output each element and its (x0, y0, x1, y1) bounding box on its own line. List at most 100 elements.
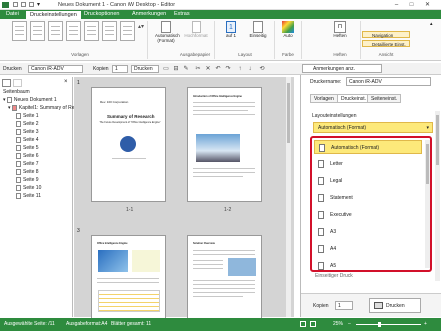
template-thumb-3[interactable] (48, 21, 63, 41)
tree-page-item[interactable]: Seite 7 (16, 160, 39, 168)
preview-page-1[interactable]: Rev. 100 Corporation Summary of Research… (91, 87, 166, 202)
panel-close-icon[interactable]: × (64, 79, 68, 85)
cut-icon[interactable]: ✂ (194, 65, 202, 73)
save-quick-icon[interactable] (13, 2, 18, 7)
preview-page-2[interactable]: Introduction of Office Intelligence Engi… (187, 87, 262, 202)
move-down-icon[interactable]: ↓ (246, 65, 254, 73)
fit-width-icon[interactable] (310, 321, 316, 327)
print-button[interactable]: Drucken (131, 65, 159, 73)
format-option[interactable]: A5 (314, 259, 422, 270)
paper-size-icon (318, 245, 324, 253)
template-thumb-1[interactable] (12, 21, 27, 41)
template-thumb-6[interactable] (102, 21, 117, 41)
tree-page-item[interactable]: Seite 5 (16, 144, 39, 152)
page-setup-icon[interactable]: ▭ (162, 65, 170, 73)
close-button[interactable]: ✕ (421, 0, 434, 10)
copies-input[interactable]: 1 (112, 65, 128, 73)
undo-icon[interactable]: ↶ (214, 65, 222, 73)
preview-icon[interactable]: ⊟ (172, 65, 180, 73)
tab-datei[interactable]: Datei (2, 10, 23, 19)
tab-seiteneinst[interactable]: Seiteneinst. (367, 94, 402, 103)
nup-button[interactable]: 1 auf 1 (220, 21, 242, 51)
tree-view-tab[interactable] (2, 79, 11, 87)
detail-settings-button[interactable]: Detaillierte Einst. (362, 40, 410, 47)
tab-druckoptionen[interactable]: Druckoptionen (80, 10, 123, 19)
tree-chapter[interactable]: ▾ Kapitel1: Summary of Re (8, 104, 75, 112)
template-thumb-5[interactable] (84, 21, 99, 41)
orientation-button[interactable]: Hochformat (182, 21, 210, 51)
zoom-slider[interactable] (356, 324, 421, 325)
tab-druckeinst[interactable]: Druckeinst. (337, 94, 371, 103)
format-option[interactable]: Executive (314, 208, 422, 222)
tree-page-item[interactable]: Seite 3 (16, 128, 39, 136)
tree-page-item[interactable]: Seite 4 (16, 136, 39, 144)
tree-page-item[interactable]: Seite 10 (16, 184, 41, 192)
color-mode-button[interactable]: Auto (278, 21, 298, 51)
output-format-button[interactable]: Automatisch (Format) (155, 21, 180, 51)
group-label-layout: Layout (238, 52, 252, 57)
zoom-in-button[interactable]: + (424, 318, 427, 331)
tree-page-item[interactable]: Seite 9 (16, 176, 39, 184)
preview-area[interactable]: 1 Rev. 100 Corporation Summary of Resear… (74, 77, 294, 320)
delete-icon[interactable]: ✕ (204, 65, 212, 73)
tab-extras[interactable]: Extras (170, 10, 194, 19)
preview-scrollbar[interactable] (286, 77, 291, 317)
staple-button[interactable]: ⊓ Heften (330, 21, 350, 51)
format-option[interactable]: A3 (314, 225, 422, 239)
scroll-thumb[interactable] (287, 83, 290, 143)
duplex-button[interactable]: Einseitig (246, 21, 270, 51)
tree-root[interactable]: ▾ Neues Dokument 1 (3, 96, 57, 104)
printer-name-select[interactable]: Canon iR-ADV (346, 77, 431, 86)
format-option[interactable]: Letter (314, 157, 422, 171)
tab-anmerkungen[interactable]: Anmerkungen (128, 10, 170, 19)
tab-druckeinstellungen[interactable]: Druckeinstellungen (25, 10, 82, 19)
tree-page-item[interactable]: Seite 11 (16, 192, 41, 200)
tree-page-item[interactable]: Seite 6 (16, 152, 39, 160)
ribbon-tabs: Datei Druckeinstellungen Druckoptionen A… (0, 10, 441, 19)
tree-page-item[interactable]: Seite 2 (16, 120, 39, 128)
format-select[interactable]: Automatisch (Format) ▾ (313, 122, 433, 133)
print-quick-icon[interactable] (21, 2, 26, 7)
move-up-icon[interactable]: ↑ (236, 65, 244, 73)
scroll-thumb[interactable] (436, 115, 439, 165)
copies-label: Kopien (93, 66, 109, 72)
qa-dropdown-icon[interactable]: ▾ (37, 1, 40, 8)
footer-copies-input[interactable]: 1 (335, 301, 353, 310)
preview-page-3[interactable]: Office Intelligence Engine (91, 235, 166, 320)
redo-icon[interactable]: ↷ (224, 65, 232, 73)
format-option[interactable]: Legal (314, 174, 422, 188)
format-option[interactable]: A4 (314, 242, 422, 256)
templates-scroll-icon[interactable]: ▴▾ (138, 23, 144, 30)
zoom-slider-thumb[interactable] (378, 322, 381, 327)
dropdown-scroll-thumb[interactable] (426, 144, 429, 184)
template-thumb-7[interactable] (120, 21, 135, 41)
page-icon (16, 192, 21, 199)
tab-vorlagen[interactable]: Vorlagen (310, 94, 338, 103)
fit-page-icon[interactable] (300, 321, 306, 327)
minimize-button[interactable]: – (390, 0, 403, 10)
page-icon (16, 168, 21, 175)
settings-scrollbar[interactable] (435, 111, 440, 281)
undo-quick-icon[interactable] (29, 2, 34, 7)
footer-print-button[interactable]: Drucken (369, 298, 421, 313)
tree-page-item[interactable]: Seite 1 (16, 112, 39, 120)
duplex-icon (253, 21, 263, 33)
tree-page-item[interactable]: Seite 8 (16, 168, 39, 176)
printer-select[interactable]: Canon iR-ADV (28, 65, 83, 73)
dropdown-scrollbar[interactable] (425, 140, 430, 268)
rotate-icon[interactable]: ⟲ (258, 65, 266, 73)
format-option[interactable]: Statement (314, 191, 422, 205)
printer-name-label: Druckername: (310, 79, 342, 85)
zoom-out-button[interactable]: – (348, 318, 351, 331)
navigation-button[interactable]: Navigation (362, 31, 410, 38)
preview-page-4[interactable]: Solution Overview (187, 235, 262, 320)
ribbon-collapse-icon[interactable]: ▴ (430, 21, 433, 27)
format-dropdown-list[interactable]: Automatisch (Format) Letter Legal Statement… (310, 136, 432, 272)
format-option[interactable]: Automatisch (Format) (314, 140, 422, 154)
template-thumb-4[interactable] (66, 21, 81, 41)
thumbnail-view-tab[interactable] (13, 79, 22, 87)
maximize-button[interactable]: □ (405, 0, 418, 10)
template-thumb-2[interactable] (30, 21, 45, 41)
print-settings-icon[interactable]: ✎ (182, 65, 190, 73)
annotations-toggle[interactable]: Anmerkungen anz. (302, 64, 382, 73)
